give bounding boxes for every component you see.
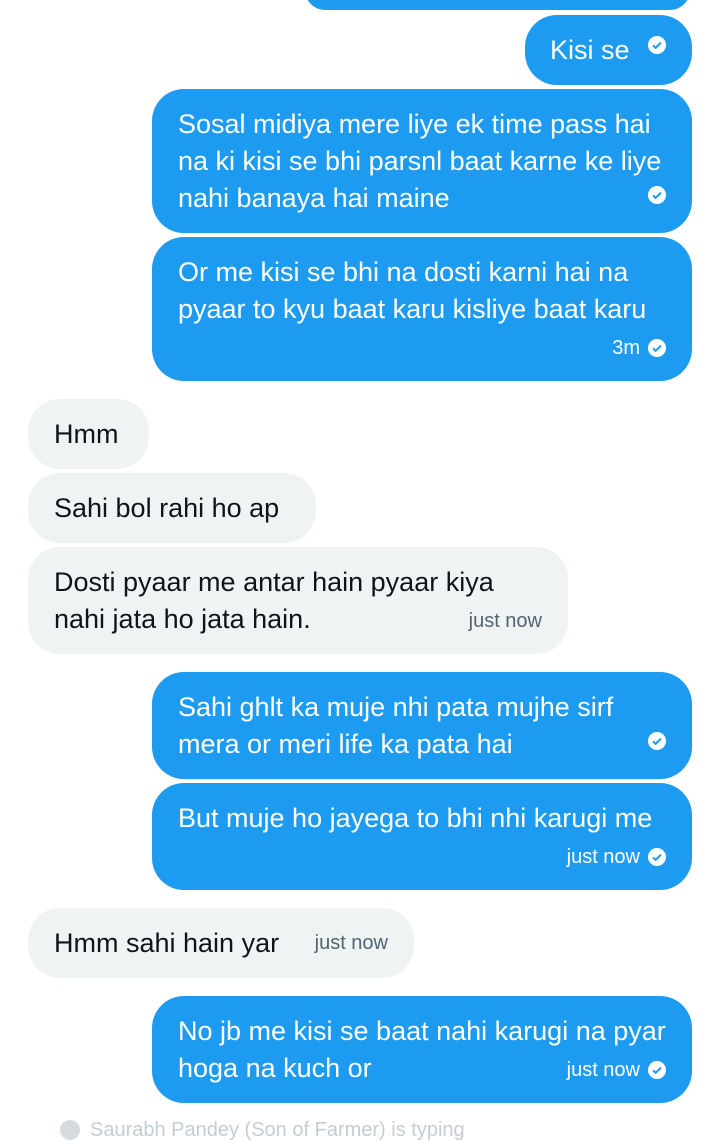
check-circle-icon (648, 732, 666, 750)
message-time: just now (566, 846, 640, 868)
message-text: Hmm (54, 419, 119, 449)
message-bubble[interactable]: Sahi bol rahi ho ap (28, 473, 316, 543)
message-meta: just now (567, 1056, 666, 1084)
message-bubble-partial[interactable] (305, 0, 690, 10)
typing-indicator: Saurabh Pandey (Son of Farmer) is typing (60, 1118, 465, 1142)
message-text: Sahi bol rahi ho ap (54, 493, 280, 523)
check-circle-icon (648, 339, 666, 357)
check-circle-icon (648, 848, 666, 866)
message-meta: 3m (612, 334, 666, 362)
message-time: 3m (612, 337, 640, 359)
message-meta: just now (567, 843, 666, 871)
message-text: Or me kisi se bhi na dosti karni hai na … (178, 257, 647, 324)
check-circle-icon (648, 36, 666, 54)
message-text: Sosal midiya mere liye ek time pass hai … (178, 109, 662, 213)
message-time: just now (566, 1059, 640, 1081)
typing-indicator-text: Saurabh Pandey (Son of Farmer) is typing (90, 1118, 465, 1141)
message-bubble[interactable]: Dosti pyaar me antar hain pyaar kiya nah… (28, 547, 568, 654)
message-text: Hmm sahi hain yar (54, 928, 280, 958)
emoji-icon (60, 1120, 80, 1140)
message-meta: just now (315, 929, 388, 957)
message-bubble[interactable]: Sosal midiya mere liye ek time pass hai … (152, 89, 692, 233)
message-meta: just now (469, 607, 542, 635)
message-bubble[interactable]: Hmm (28, 399, 149, 469)
message-text: But muje ho jayega to bhi nhi karugi me (178, 803, 653, 833)
message-meta (648, 36, 666, 54)
message-bubble[interactable]: Kisi se (525, 15, 692, 85)
message-bubble[interactable]: But muje ho jayega to bhi nhi karugi me … (152, 783, 692, 890)
message-text: Sahi ghlt ka muje nhi pata mujhe sirf me… (178, 692, 614, 759)
check-circle-icon (648, 1061, 666, 1079)
check-circle-icon (648, 186, 666, 204)
message-bubble[interactable]: No jb me kisi se baat nahi karugi na pya… (152, 996, 692, 1103)
message-time: just now (314, 932, 388, 954)
message-meta (648, 732, 666, 750)
message-bubble[interactable]: Sahi ghlt ka muje nhi pata mujhe sirf me… (152, 672, 692, 779)
message-text: Dosti pyaar me antar hain pyaar kiya nah… (54, 567, 494, 634)
message-bubble[interactable]: Or me kisi se bhi na dosti karni hai na … (152, 237, 692, 381)
message-time: just now (468, 610, 542, 632)
message-bubble[interactable]: Hmm sahi hain yar just now (28, 908, 414, 978)
message-meta (648, 186, 666, 204)
conversation-thread: Kisi se Sosal midiya mere liye ek time p… (0, 0, 720, 1141)
message-text: Kisi se (550, 35, 630, 65)
